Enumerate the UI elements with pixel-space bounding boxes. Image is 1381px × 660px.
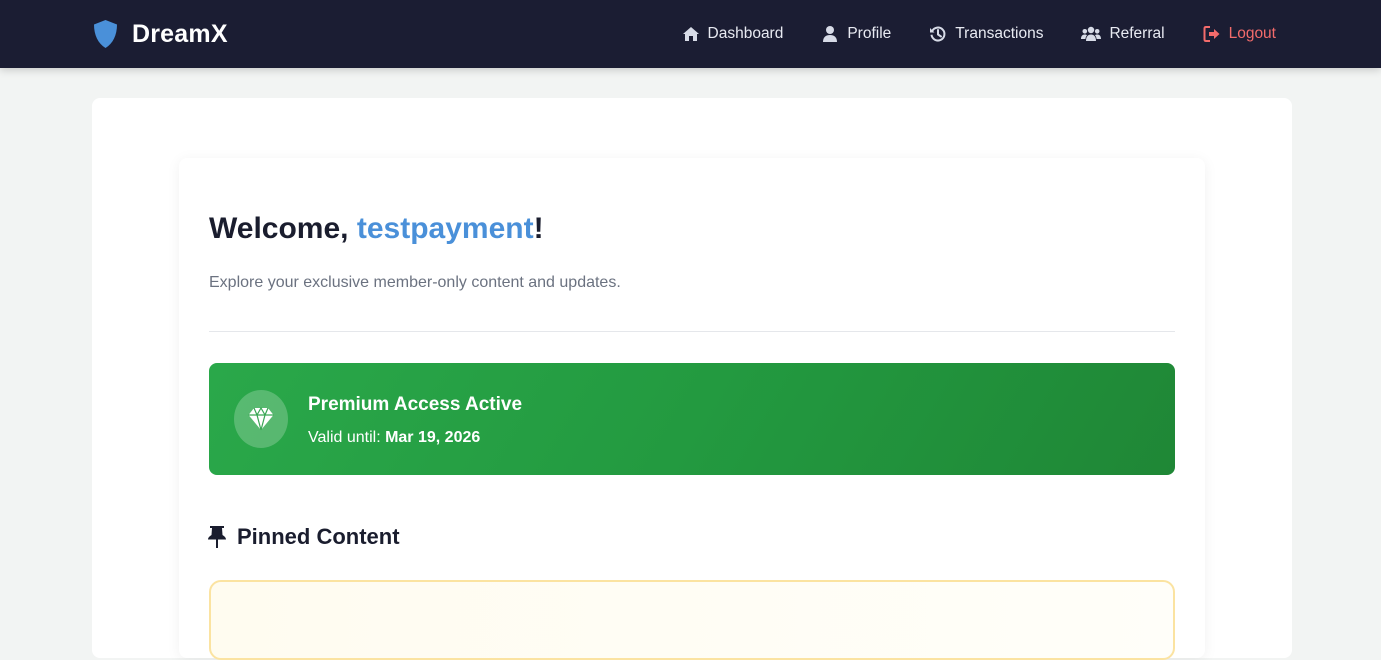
premium-valid-label: Valid until: <box>308 429 386 446</box>
pinned-title: Pinned Content <box>237 524 400 549</box>
user-icon <box>823 26 838 42</box>
welcome-username: testpayment <box>356 212 534 245</box>
nav-item-logout[interactable]: Logout <box>1203 25 1276 43</box>
nav-item-dashboard[interactable]: Dashboard <box>682 25 784 43</box>
premium-badge <box>234 390 288 448</box>
nav-item-label: Logout <box>1228 25 1276 42</box>
home-icon <box>682 27 699 41</box>
nav-item-label: Profile <box>847 25 892 42</box>
history-icon <box>930 26 946 42</box>
diamond-icon <box>248 407 274 431</box>
pinned-content-heading: Pinned Content <box>207 524 400 550</box>
logout-icon <box>1203 26 1220 42</box>
nav-item-label: Referral <box>1109 25 1165 42</box>
pinned-content-card[interactable] <box>209 580 1175 660</box>
premium-valid-date: Mar 19, 2026 <box>385 429 481 446</box>
premium-title: Premium Access Active <box>308 394 523 415</box>
nav-item-transactions[interactable]: Transactions <box>929 25 1043 43</box>
pin-icon <box>208 526 226 548</box>
users-icon <box>1081 26 1102 41</box>
brand-logo-link[interactable]: DreamX <box>92 19 228 49</box>
welcome-heading: Welcome, testpayment! <box>209 212 544 246</box>
main-nav: Dashboard Profile Transactions Referral … <box>644 0 1276 68</box>
premium-valid-text: Valid until: Mar 19, 2026 <box>308 429 480 447</box>
welcome-subtitle: Explore your exclusive member-only conte… <box>209 274 621 291</box>
nav-item-label: Transactions <box>955 25 1044 42</box>
welcome-prefix: Welcome, <box>209 212 357 245</box>
nav-item-label: Dashboard <box>707 25 784 42</box>
brand-name: DreamX <box>132 19 228 48</box>
premium-status-banner: Premium Access Active Valid until: Mar 1… <box>209 363 1175 475</box>
nav-item-profile[interactable]: Profile <box>821 25 891 43</box>
section-divider <box>209 331 1175 332</box>
welcome-suffix: ! <box>533 212 544 245</box>
top-navbar: DreamX Dashboard Profile Transactions Re… <box>0 0 1381 68</box>
shield-icon <box>94 20 117 48</box>
nav-item-referral[interactable]: Referral <box>1081 25 1165 43</box>
